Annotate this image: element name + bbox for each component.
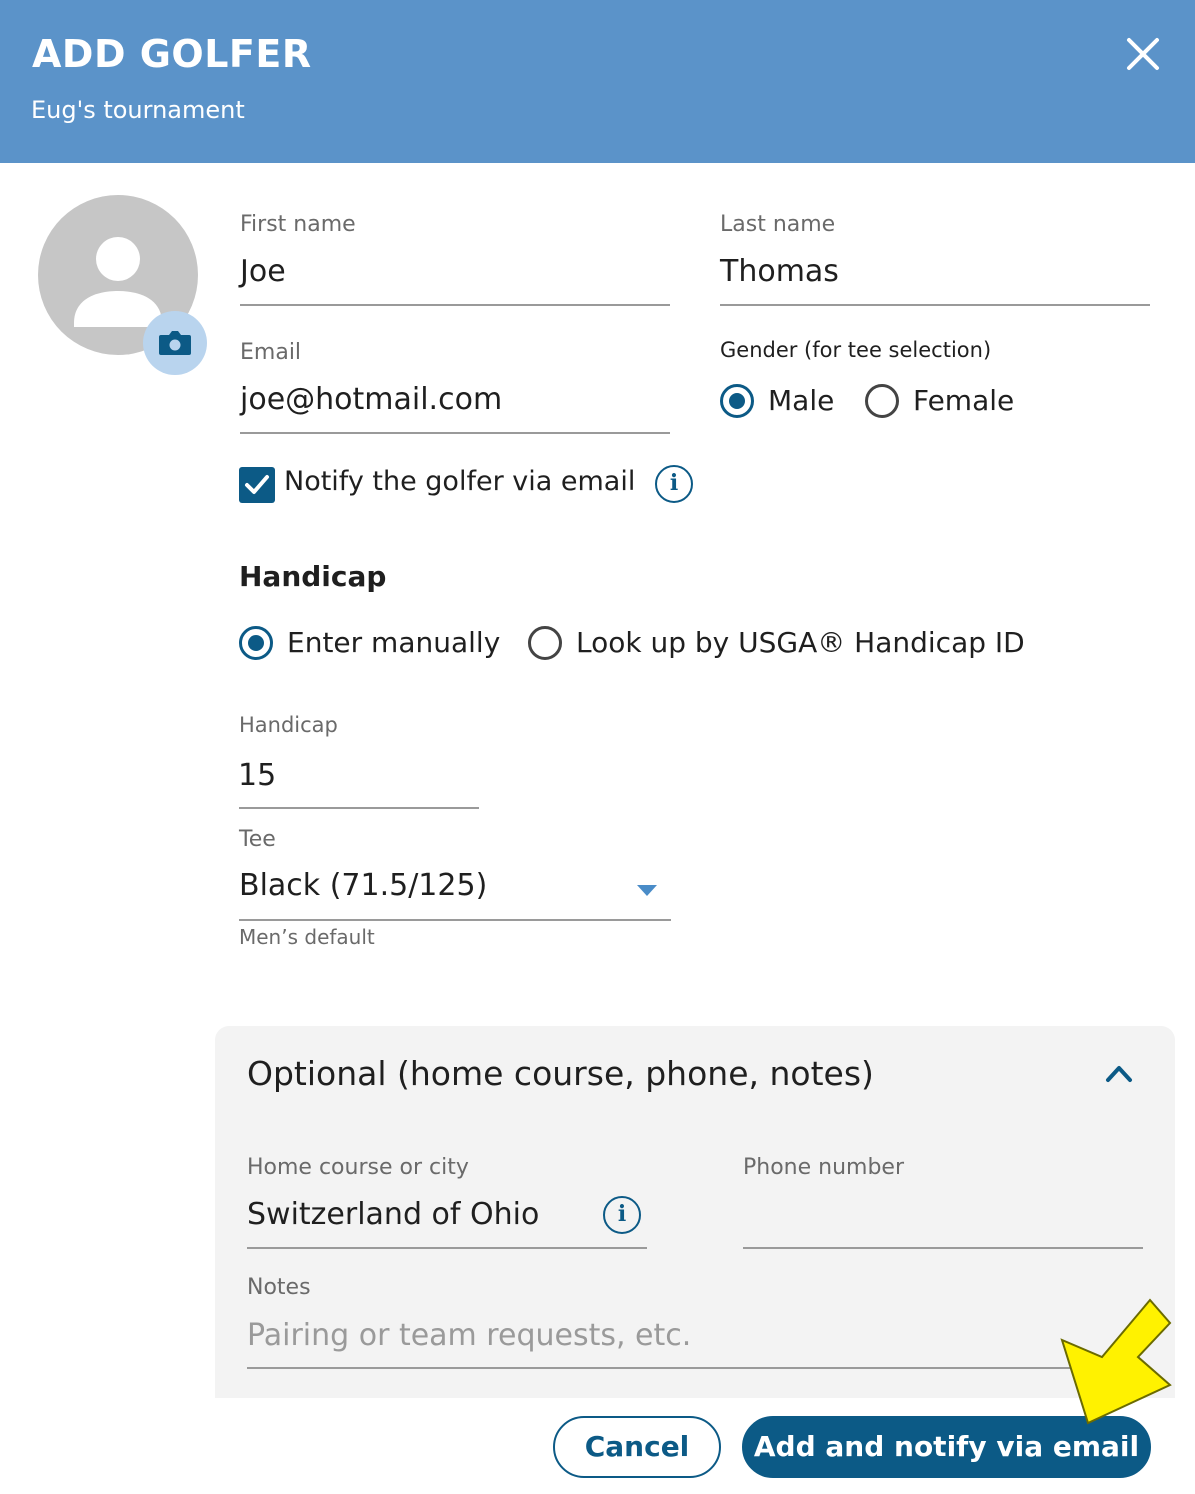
gender-label: Gender (for tee selection)	[720, 338, 992, 362]
tee-helper-text: Men’s default	[239, 925, 375, 949]
notify-label[interactable]: Notify the golfer via email	[284, 466, 635, 497]
gender-male-radio[interactable]	[720, 384, 754, 418]
email-field[interactable]: joe@hotmail.com	[240, 382, 502, 417]
camera-button[interactable]	[143, 311, 207, 375]
tee-select[interactable]: Black (71.5/125)	[239, 868, 487, 903]
dialog-header: ADD GOLFER Eug's tournament	[0, 0, 1195, 163]
handicap-manual-radio[interactable]	[239, 626, 273, 660]
handicap-manual-label[interactable]: Enter manually	[287, 626, 500, 659]
chevron-up-icon[interactable]	[1104, 1062, 1134, 1084]
chevron-down-icon[interactable]	[636, 884, 658, 898]
home-course-info-icon[interactable]: i	[603, 1196, 641, 1234]
last-name-label: Last name	[720, 212, 836, 237]
handicap-section-title: Handicap	[239, 560, 387, 593]
highlight-arrow-icon	[1060, 1298, 1172, 1425]
check-icon	[245, 475, 269, 494]
gender-female-radio[interactable]	[865, 384, 899, 418]
first-name-label: First name	[240, 212, 356, 237]
handicap-usga-label[interactable]: Look up by USGA® Handicap ID	[576, 626, 1025, 659]
phone-label: Phone number	[743, 1155, 905, 1180]
notes-input[interactable]: Pairing or team requests, etc.	[247, 1318, 691, 1353]
notify-checkbox[interactable]	[239, 467, 275, 503]
gender-female-label[interactable]: Female	[913, 384, 1014, 417]
handicap-label: Handicap	[239, 713, 338, 737]
dialog-title: ADD GOLFER	[32, 32, 312, 76]
last-name-input[interactable]: Thomas	[720, 254, 839, 289]
camera-icon	[159, 331, 191, 355]
notify-info-icon[interactable]: i	[655, 465, 693, 503]
home-course-label: Home course or city	[247, 1155, 469, 1180]
tee-underline	[239, 919, 671, 921]
home-course-input[interactable]: Switzerland of Ohio	[247, 1197, 539, 1232]
first-name-input[interactable]: Joe	[240, 254, 286, 289]
first-name-underline	[240, 304, 670, 306]
phone-underline	[743, 1247, 1143, 1249]
handicap-underline	[239, 807, 479, 809]
handicap-input[interactable]: 15	[238, 758, 276, 793]
notes-label: Notes	[247, 1275, 311, 1300]
gender-male-label[interactable]: Male	[768, 384, 834, 417]
tee-label: Tee	[239, 827, 276, 852]
email-underline	[240, 432, 670, 434]
optional-panel-title[interactable]: Optional (home course, phone, notes)	[247, 1054, 874, 1093]
email-label: Email	[240, 340, 302, 365]
dialog-subtitle: Eug's tournament	[31, 96, 245, 124]
handicap-usga-radio[interactable]	[528, 626, 562, 660]
home-course-underline	[247, 1247, 647, 1249]
close-icon[interactable]	[1121, 32, 1165, 76]
cancel-button[interactable]: Cancel	[553, 1416, 721, 1478]
notes-underline	[247, 1367, 1147, 1369]
last-name-underline	[720, 304, 1150, 306]
